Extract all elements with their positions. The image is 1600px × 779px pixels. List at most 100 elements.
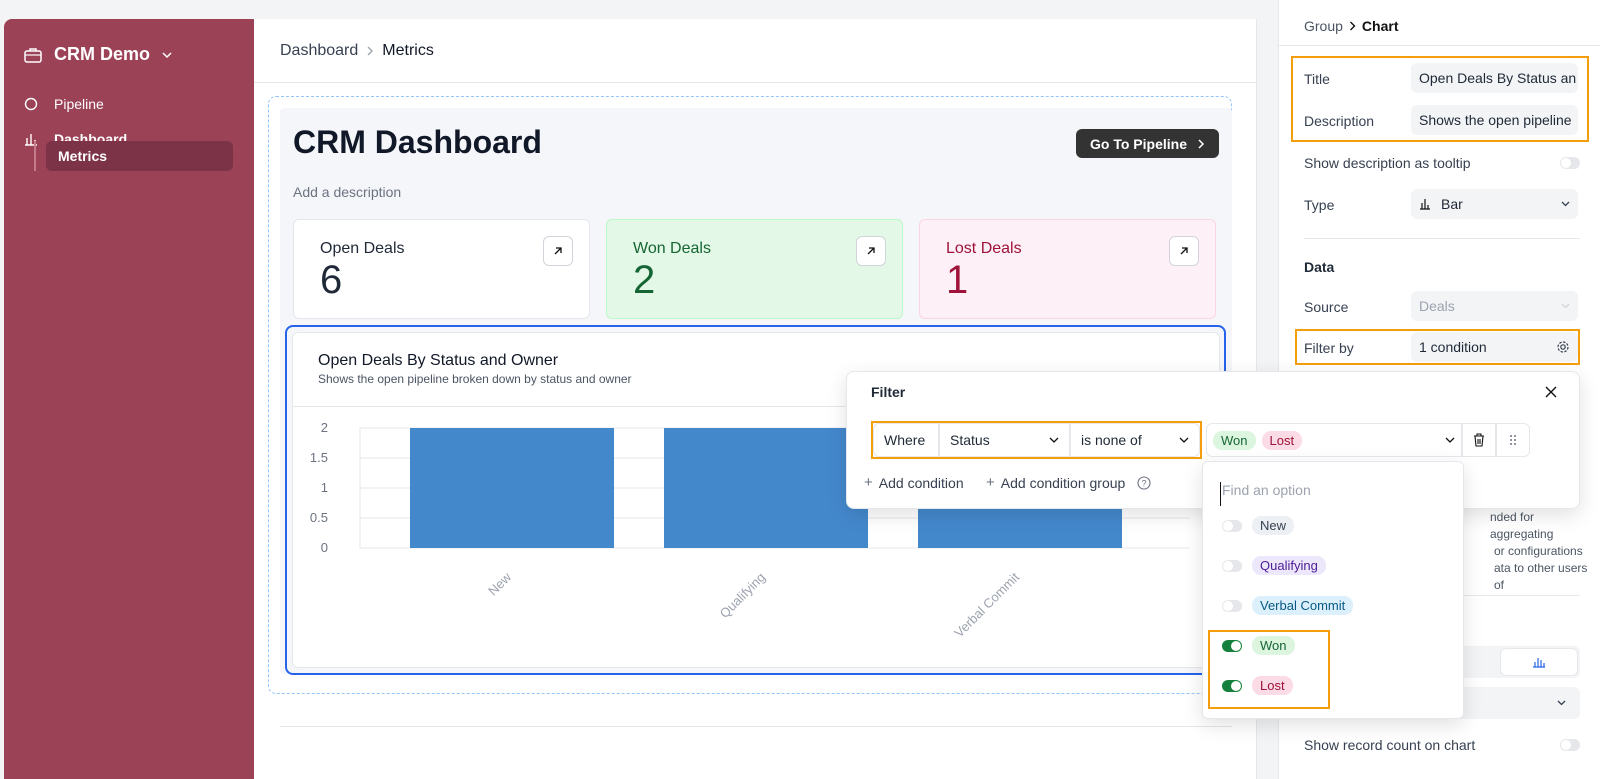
button-label: Add condition group (1000, 474, 1126, 491)
open-link-button[interactable] (543, 236, 573, 266)
option-pill: New (1252, 516, 1295, 535)
option-toggle[interactable] (1222, 519, 1242, 532)
stat-label: Won Deals (633, 240, 711, 257)
notice-line: or configurations (1494, 544, 1583, 558)
option-qualifying[interactable]: Qualifying (1222, 556, 1326, 575)
tooltip-toggle[interactable] (1560, 157, 1580, 169)
sidebar-item-metrics[interactable]: Metrics (46, 141, 233, 171)
y-tick-label: 2 (321, 420, 328, 435)
drag-handle[interactable] (1496, 423, 1530, 457)
type-select[interactable]: Bar (1411, 189, 1578, 219)
open-link-button[interactable] (1169, 236, 1199, 266)
filter-title: Filter (871, 384, 906, 400)
selected-pill-lost: Lost (1261, 430, 1303, 450)
stat-value: 1 (946, 258, 969, 302)
stat-label: Lost Deals (946, 240, 1022, 257)
x-tick-label: Qualifying (717, 570, 768, 621)
plus-icon: + (986, 474, 995, 491)
go-to-pipeline-button[interactable]: Go To Pipeline (1076, 129, 1219, 158)
button-label: Go To Pipeline (1090, 135, 1187, 152)
open-link-button[interactable] (856, 236, 886, 266)
arrow-up-right-icon (867, 247, 875, 255)
breadcrumb-parent[interactable]: Group (1304, 18, 1343, 34)
briefcase-icon (24, 47, 42, 63)
plus-icon: + (864, 474, 873, 491)
close-button[interactable] (1545, 385, 1557, 401)
breadcrumb: Dashboard Metrics (254, 19, 1257, 83)
option-toggle[interactable] (1222, 599, 1242, 612)
option-search-input[interactable]: Find an option (1220, 482, 1440, 506)
trash-icon (1474, 433, 1484, 447)
close-icon (1545, 386, 1557, 398)
chevron-down-icon (1445, 437, 1455, 443)
sidebar-item-label: Metrics (58, 148, 108, 164)
divider (1304, 238, 1580, 239)
arrow-up-right-icon (1180, 247, 1188, 255)
breadcrumb-parent[interactable]: Dashboard (280, 42, 358, 60)
source-label: Source (1304, 299, 1349, 315)
page-title: CRM Dashboard (293, 124, 542, 160)
chart-title: Open Deals By Status and Owner (318, 352, 559, 369)
highlight-box (1291, 56, 1589, 142)
app-switcher[interactable]: CRM Demo (24, 44, 172, 65)
x-tick-label: Verbal Commit (951, 569, 1022, 640)
option-toggle[interactable] (1222, 559, 1242, 572)
breadcrumb-current: Chart (1361, 18, 1399, 34)
notice-text: nded for aggregating or configurations a… (1490, 509, 1600, 594)
button-label: Add condition (878, 474, 964, 491)
stat-card-open: Open Deals 6 (293, 219, 590, 319)
bar-chart-icon (1420, 199, 1430, 210)
description-placeholder[interactable]: Add a description (293, 184, 401, 200)
values-multiselect[interactable]: Won Lost (1206, 423, 1462, 457)
arrow-up-right-icon (554, 247, 562, 255)
option-verbal-commit[interactable]: Verbal Commit (1222, 596, 1354, 615)
x-tick-label: New (485, 569, 514, 598)
tooltip-label: Show description as tooltip (1304, 155, 1471, 171)
circle-icon (24, 97, 38, 111)
highlight-box (871, 421, 1202, 459)
app-name: CRM Demo (54, 44, 151, 64)
notice-line: nded for aggregating (1490, 510, 1554, 541)
drag-handle-icon (1510, 435, 1516, 445)
chart-subtitle: Shows the open pipeline broken down by s… (318, 372, 632, 386)
sidebar-item-label: Pipeline (54, 96, 104, 112)
vertical-bar-option[interactable] (1500, 648, 1578, 676)
select-value: Bar (1441, 196, 1463, 212)
notice-line: ata to other users of (1494, 561, 1588, 592)
bar (664, 428, 868, 548)
highlight-box (1295, 329, 1580, 365)
y-tick-label: 0 (321, 540, 328, 555)
bar-chart-icon (1533, 658, 1545, 668)
option-new[interactable]: New (1222, 516, 1295, 535)
stat-card-won: Won Deals 2 (606, 219, 903, 319)
option-pill: Qualifying (1252, 556, 1326, 575)
chevron-down-icon (162, 51, 172, 58)
option-pill: Verbal Commit (1252, 596, 1354, 615)
highlight-box (1208, 630, 1330, 709)
record-count-label: Show record count on chart (1304, 737, 1476, 753)
stat-value: 2 (633, 258, 656, 302)
chevron-down-icon (1557, 700, 1566, 706)
add-condition-group-button[interactable]: + Add condition group ? (986, 474, 1151, 491)
chevron-right-icon (1349, 21, 1356, 31)
chevron-down-icon (1561, 303, 1570, 309)
nav-tree-line (34, 141, 36, 171)
sidebar-item-pipeline[interactable]: Pipeline (24, 96, 104, 112)
bar (410, 428, 614, 548)
stat-value: 6 (320, 258, 343, 302)
breadcrumb-current: Metrics (382, 41, 434, 59)
divider (1278, 45, 1600, 46)
add-condition-button[interactable]: + Add condition (864, 474, 964, 491)
chevron-down-icon (1561, 201, 1570, 207)
delete-condition-button[interactable] (1462, 423, 1496, 457)
help-icon: ? (1137, 475, 1151, 490)
type-label: Type (1304, 197, 1335, 213)
panel-breadcrumb: Group Chart (1304, 18, 1398, 34)
y-tick-label: 0.5 (310, 510, 328, 525)
record-count-toggle[interactable] (1560, 739, 1580, 751)
chevron-right-icon (367, 46, 374, 55)
source-select[interactable]: Deals (1411, 291, 1578, 321)
svg-text:?: ? (1142, 478, 1147, 488)
chevron-right-icon (1198, 138, 1205, 149)
stat-card-lost: Lost Deals 1 (919, 219, 1216, 319)
